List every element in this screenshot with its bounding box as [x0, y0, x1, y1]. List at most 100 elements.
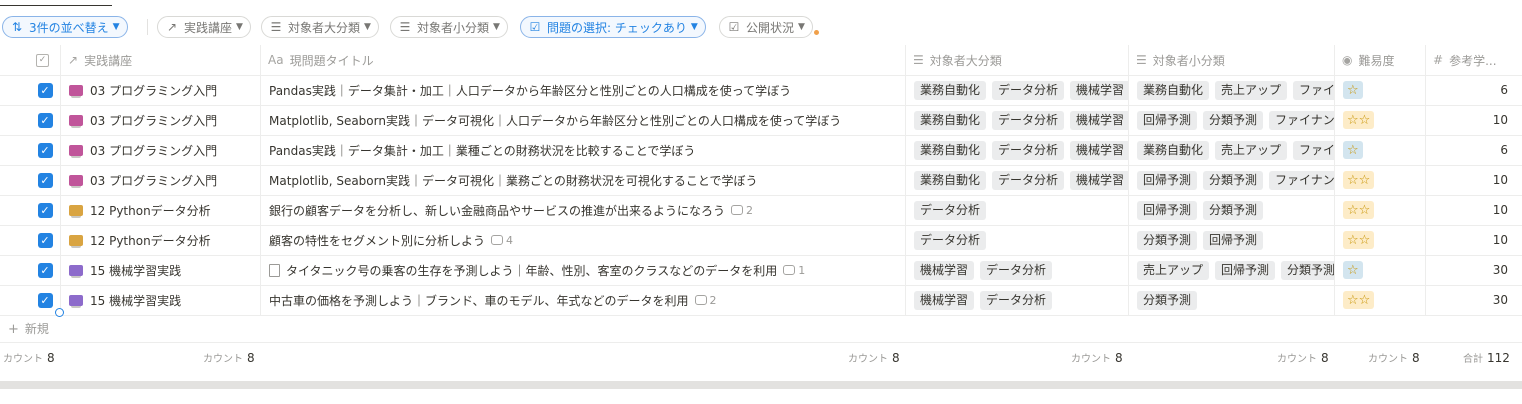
comment-count[interactable]: 2: [731, 204, 753, 217]
title-cell[interactable]: 銀行の顧客データを分析し、新しい金融商品やサービスの推進が出来るようになろう 2: [260, 195, 905, 225]
footer-calc-title[interactable]: カウント 8: [848, 350, 900, 365]
row-checkbox-cell[interactable]: ✓: [30, 135, 60, 165]
difficulty-cell[interactable]: ☆: [1334, 135, 1425, 165]
header-difficulty[interactable]: ◉ 難易度: [1334, 45, 1425, 75]
filter-problem-selection[interactable]: ☑ 問題の選択: チェックあり ▼: [520, 16, 706, 38]
course-cell[interactable]: 15 機械学習実践: [60, 285, 260, 315]
major-cell[interactable]: データ分析: [905, 195, 1128, 225]
filter-course[interactable]: ↗ 実践講座 ▼: [157, 16, 251, 38]
course-cell[interactable]: 03 プログラミング入門: [60, 165, 260, 195]
row-checkbox-cell[interactable]: ✓: [30, 225, 60, 255]
checkbox-checked-icon[interactable]: ✓: [37, 172, 53, 188]
minor-cell[interactable]: 売上アップ 回帰予測 分類予測: [1128, 255, 1334, 285]
course-link[interactable]: 03 プログラミング入門: [90, 82, 217, 99]
major-cell[interactable]: 業務自動化 データ分析 機械学習: [905, 165, 1128, 195]
difficulty-cell[interactable]: ☆☆: [1334, 165, 1425, 195]
major-cell[interactable]: 業務自動化 データ分析 機械学習: [905, 135, 1128, 165]
header-minor[interactable]: ☰ 対象者小分類: [1128, 45, 1334, 75]
new-row-button[interactable]: + 新規: [8, 320, 49, 337]
row-checkbox-cell[interactable]: ✓: [30, 75, 60, 105]
checkbox-checked-icon[interactable]: ✓: [37, 232, 53, 248]
header-major[interactable]: ☰ 対象者大分類: [905, 45, 1128, 75]
minor-cell[interactable]: 分類予測: [1128, 285, 1334, 315]
course-link[interactable]: 15 機械学習実践: [90, 292, 181, 309]
comment-count[interactable]: 2: [694, 294, 717, 307]
comment-count[interactable]: 1: [783, 264, 805, 277]
ref-cell[interactable]: 10: [1425, 105, 1522, 135]
header-course[interactable]: ↗ 実践講座: [60, 45, 260, 75]
checkbox-checked-icon[interactable]: ✓: [37, 142, 53, 158]
row-checkbox-cell[interactable]: ✓: [30, 105, 60, 135]
minor-cell[interactable]: 回帰予測 分類予測 ファイナン: [1128, 165, 1334, 195]
row-title[interactable]: Matplotlib, Seaborn実践｜データ可視化｜業務ごとの財務状況を可…: [269, 172, 758, 189]
minor-cell[interactable]: 回帰予測 分類予測: [1128, 195, 1334, 225]
minor-cell[interactable]: 業務自動化 売上アップ ファイ: [1128, 75, 1334, 105]
title-cell[interactable]: Matplotlib, Seaborn実践｜データ可視化｜業務ごとの財務状況を可…: [260, 165, 905, 195]
header-title[interactable]: Aa 現問題タイトル: [260, 45, 905, 75]
row-title[interactable]: Pandas実践｜データ集計・加工｜人口データから年齢区分と性別ごとの人口構成を…: [269, 82, 791, 99]
course-link[interactable]: 12 Pythonデータ分析: [90, 232, 211, 249]
course-cell[interactable]: 03 プログラミング入門: [60, 135, 260, 165]
major-cell[interactable]: 機械学習 データ分析: [905, 285, 1128, 315]
title-cell[interactable]: Matplotlib, Seaborn実践｜データ可視化｜人口データから年齢区分…: [260, 105, 905, 135]
difficulty-cell[interactable]: ☆: [1334, 75, 1425, 105]
title-cell[interactable]: Pandas実践｜データ集計・加工｜人口データから年齢区分と性別ごとの人口構成を…: [260, 75, 905, 105]
ref-cell[interactable]: 30: [1425, 255, 1522, 285]
row-title[interactable]: 銀行の顧客データを分析し、新しい金融商品やサービスの推進が出来るようになろう: [269, 202, 725, 219]
title-cell[interactable]: タイタニック号の乗客の生存を予測しよう｜年齢、性別、客室のクラスなどのデータを利…: [260, 255, 905, 285]
footer-calc-checkbox[interactable]: カウント 8: [3, 350, 55, 365]
title-cell[interactable]: 中古車の価格を予測しよう｜ブランド、車のモデル、年式などのデータを利用 2: [260, 285, 905, 315]
course-link[interactable]: 15 機械学習実践: [90, 262, 181, 279]
course-link[interactable]: 12 Pythonデータ分析: [90, 202, 211, 219]
ref-cell[interactable]: 10: [1425, 225, 1522, 255]
course-link[interactable]: 03 プログラミング入門: [90, 112, 217, 129]
filter-publish-status[interactable]: ☑ 公開状況 ▼: [719, 16, 813, 38]
course-cell[interactable]: 03 プログラミング入門: [60, 75, 260, 105]
major-cell[interactable]: 業務自動化 データ分析 機械学習: [905, 105, 1128, 135]
ref-cell[interactable]: 6: [1425, 135, 1522, 165]
difficulty-cell[interactable]: ☆: [1334, 255, 1425, 285]
checkbox-checked-icon[interactable]: ✓: [37, 202, 53, 218]
ref-cell[interactable]: 30: [1425, 285, 1522, 315]
course-link[interactable]: 03 プログラミング入門: [90, 142, 217, 159]
footer-calc-difficulty[interactable]: カウント 8: [1368, 350, 1420, 365]
horizontal-scrollbar[interactable]: [0, 381, 1522, 389]
row-title[interactable]: 顧客の特性をセグメント別に分析しよう: [269, 232, 485, 249]
course-cell[interactable]: 12 Pythonデータ分析: [60, 195, 260, 225]
comment-count[interactable]: 4: [491, 234, 513, 247]
footer-calc-major[interactable]: カウント 8: [1071, 350, 1123, 365]
minor-cell[interactable]: 回帰予測 分類予測 ファイナン: [1128, 105, 1334, 135]
row-title[interactable]: 中古車の価格を予測しよう｜ブランド、車のモデル、年式などのデータを利用: [269, 292, 689, 309]
course-cell[interactable]: 03 プログラミング入門: [60, 105, 260, 135]
major-cell[interactable]: 業務自動化 データ分析 機械学習: [905, 75, 1128, 105]
major-cell[interactable]: 機械学習 データ分析: [905, 255, 1128, 285]
ref-cell[interactable]: 10: [1425, 195, 1522, 225]
course-cell[interactable]: 12 Pythonデータ分析: [60, 225, 260, 255]
course-cell[interactable]: 15 機械学習実践: [60, 255, 260, 285]
course-link[interactable]: 03 プログラミング入門: [90, 172, 217, 189]
footer-calc-minor[interactable]: カウント 8: [1277, 350, 1329, 365]
checkbox-checked-icon[interactable]: ✓: [37, 262, 53, 278]
checkbox-checked-icon[interactable]: ✓: [37, 112, 53, 128]
filter-minor[interactable]: ☰ 対象者小分類 ▼: [390, 16, 508, 38]
ref-cell[interactable]: 6: [1425, 75, 1522, 105]
ref-cell[interactable]: 10: [1425, 165, 1522, 195]
minor-cell[interactable]: 業務自動化 売上アップ ファイ: [1128, 135, 1334, 165]
minor-cell[interactable]: 分類予測 回帰予測: [1128, 225, 1334, 255]
filter-major[interactable]: ☰ 対象者大分類 ▼: [261, 16, 379, 38]
row-checkbox-cell[interactable]: ✓: [30, 195, 60, 225]
difficulty-cell[interactable]: ☆☆: [1334, 225, 1425, 255]
sort-button[interactable]: ⇅ 3件の並べ替え ▼: [2, 16, 128, 38]
header-ref[interactable]: # 参考学...: [1425, 45, 1522, 75]
row-title[interactable]: Matplotlib, Seaborn実践｜データ可視化｜人口データから年齢区分…: [269, 112, 841, 129]
footer-calc-ref[interactable]: 合計 112: [1463, 350, 1510, 365]
checkbox-checked-icon[interactable]: ✓: [37, 82, 53, 98]
header-checkbox-col[interactable]: ✓: [36, 45, 60, 75]
row-title[interactable]: タイタニック号の乗客の生存を予測しよう｜年齢、性別、客室のクラスなどのデータを利…: [286, 262, 777, 279]
row-checkbox-cell[interactable]: ✓: [30, 165, 60, 195]
difficulty-cell[interactable]: ☆☆: [1334, 195, 1425, 225]
footer-calc-course[interactable]: カウント 8: [203, 350, 255, 365]
row-resize-handle[interactable]: [55, 308, 64, 317]
row-checkbox-cell[interactable]: ✓: [30, 255, 60, 285]
checkbox-checked-icon[interactable]: ✓: [37, 292, 53, 308]
